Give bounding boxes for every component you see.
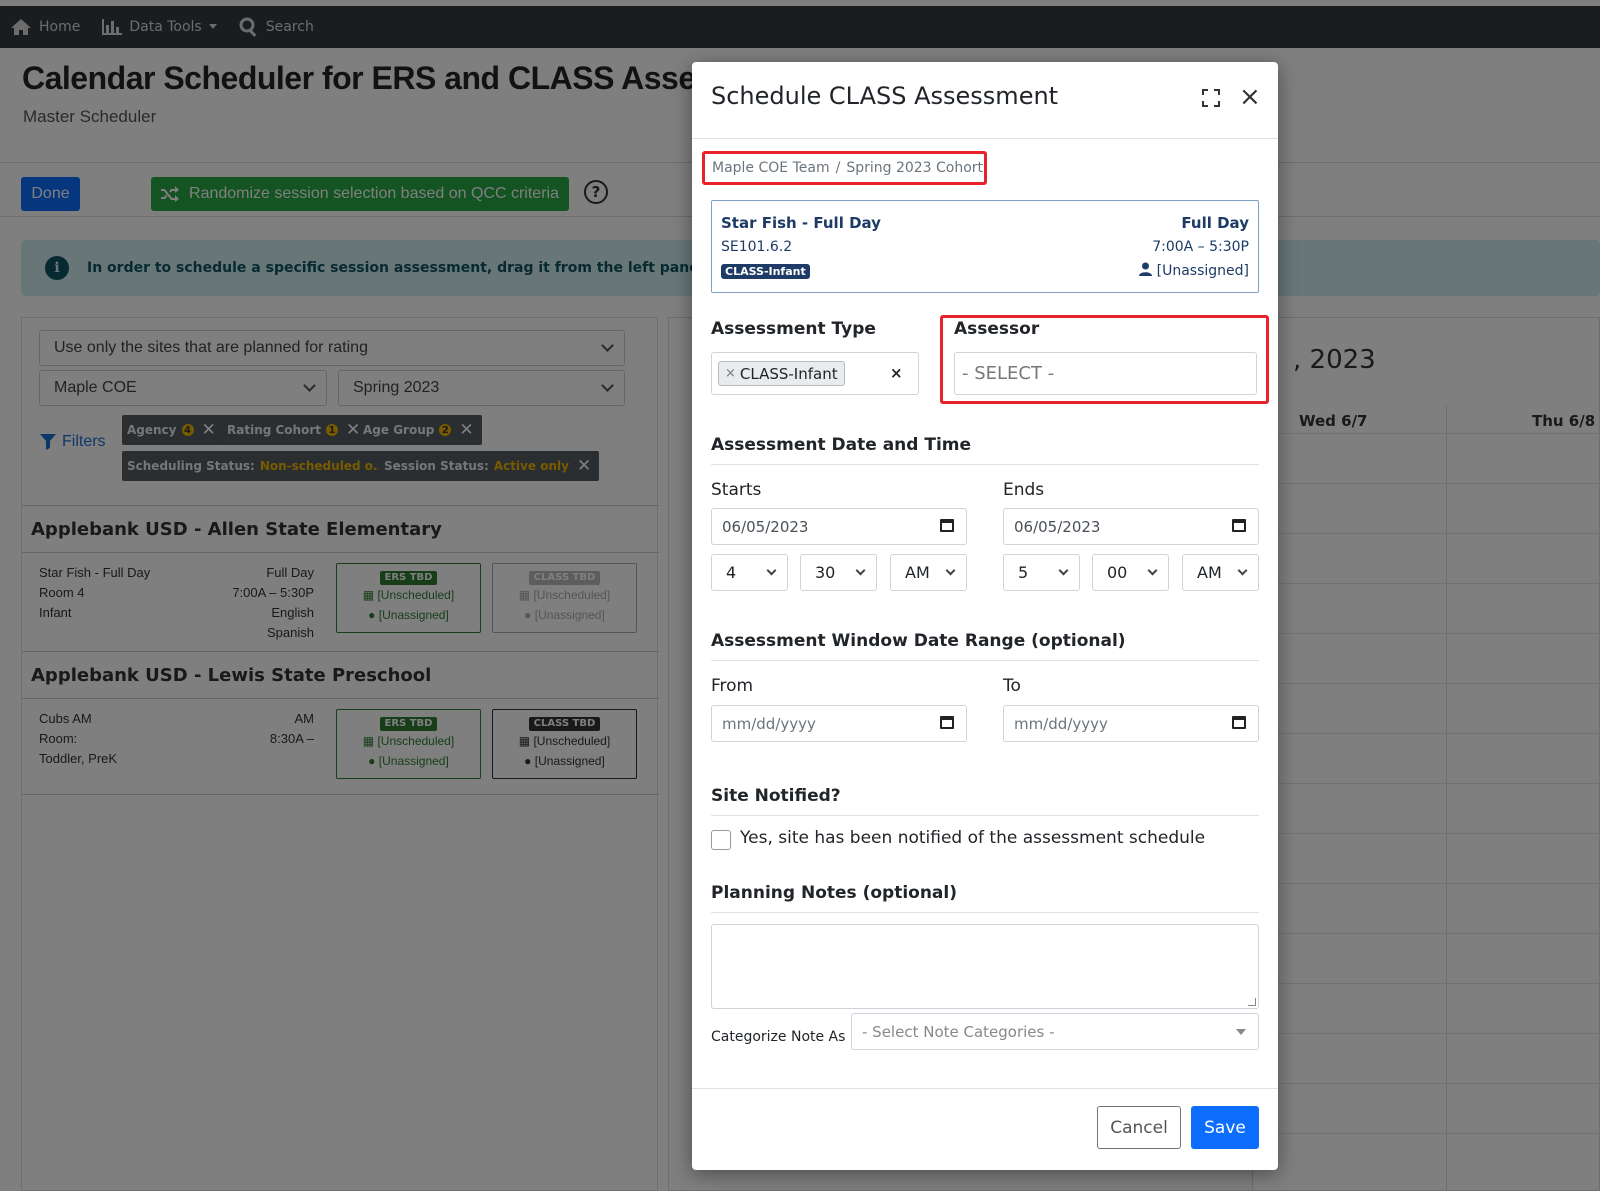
save-button[interactable]: Save (1191, 1106, 1259, 1149)
chevron-down-icon (855, 565, 866, 576)
window-to-placeholder: mm/dd/yyyy (1014, 714, 1108, 733)
note-category-select[interactable]: - Select Note Categories - (851, 1013, 1259, 1050)
breadcrumb-cohort[interactable]: Spring 2023 Cohort (846, 160, 983, 176)
end-date-value: 06/05/2023 (1014, 517, 1101, 536)
site-notified-heading: Site Notified? (711, 786, 841, 806)
end-ampm-select[interactable]: AM (1182, 554, 1259, 591)
start-minute-value: 30 (815, 563, 836, 582)
end-ampm-value: AM (1197, 563, 1222, 582)
divider (711, 660, 1259, 661)
chevron-down-icon (1147, 565, 1158, 576)
end-hour-value: 5 (1018, 563, 1029, 582)
session-assessor-text: [Unassigned] (1156, 263, 1249, 279)
user-icon (1139, 262, 1153, 276)
close-icon[interactable]: × (1239, 84, 1261, 110)
assessor-select[interactable]: - SELECT - (954, 352, 1257, 395)
expand-icon[interactable] (1202, 89, 1220, 107)
site-notified-text[interactable]: Yes, site has been notified of the asses… (740, 828, 1205, 848)
datetime-heading: Assessment Date and Time (711, 435, 972, 455)
assessment-type-label: Assessment Type (711, 319, 876, 339)
end-minute-select[interactable]: 00 (1092, 554, 1169, 591)
start-ampm-value: AM (905, 563, 930, 582)
chevron-down-icon (1237, 565, 1248, 576)
chevron-down-icon (766, 565, 777, 576)
chevron-down-icon (1058, 565, 1069, 576)
window-from-placeholder: mm/dd/yyyy (722, 714, 816, 733)
calendar-icon[interactable] (940, 716, 954, 729)
session-summary: Star Fish - Full Day SE101.6.2 CLASS-Inf… (711, 200, 1259, 293)
note-category-placeholder: - Select Note Categories - (862, 1022, 1055, 1041)
calendar-icon[interactable] (1232, 716, 1246, 729)
session-name: Star Fish - Full Day (721, 214, 881, 232)
breadcrumb-separator: / (835, 160, 841, 176)
to-label: To (1003, 676, 1021, 696)
breadcrumb: Maple COE Team / Spring 2023 Cohort (702, 151, 987, 185)
assessment-type-value: CLASS-Infant (739, 364, 838, 383)
calendar-icon[interactable] (940, 519, 954, 532)
end-hour-select[interactable]: 5 (1003, 554, 1080, 591)
ends-label: Ends (1003, 480, 1045, 500)
session-assessor: [Unassigned] (1139, 262, 1249, 279)
divider (711, 464, 1259, 465)
start-hour-value: 4 (726, 563, 737, 582)
modal-footer-divider (692, 1088, 1278, 1089)
assessment-type-tag: CLASS-Infant (721, 264, 810, 279)
site-notified-checkbox[interactable] (711, 830, 731, 850)
categorize-label: Categorize Note As (711, 1029, 846, 1045)
from-label: From (711, 676, 754, 696)
calendar-icon[interactable] (1232, 519, 1246, 532)
cancel-button[interactable]: Cancel (1097, 1106, 1181, 1149)
resize-grip-icon[interactable] (1248, 998, 1256, 1006)
end-date-input[interactable]: 06/05/2023 (1003, 508, 1259, 545)
start-hour-select[interactable]: 4 (711, 554, 788, 591)
notes-heading: Planning Notes (optional) (711, 883, 958, 903)
divider (711, 815, 1259, 816)
assessor-label: Assessor (954, 319, 1040, 339)
schedule-assessment-modal: Schedule CLASS Assessment × Maple COE Te… (692, 62, 1278, 1170)
window-to-input[interactable]: mm/dd/yyyy (1003, 705, 1259, 742)
session-schedule: Full Day (1181, 214, 1249, 232)
start-date-value: 06/05/2023 (722, 517, 809, 536)
caret-down-icon (1236, 1029, 1246, 1035)
session-code: SE101.6.2 (721, 239, 793, 255)
assessment-type-select[interactable]: × CLASS-Infant × (711, 352, 919, 395)
window-from-input[interactable]: mm/dd/yyyy (711, 705, 967, 742)
remove-chip-icon[interactable]: × (725, 366, 736, 381)
window-heading: Assessment Window Date Range (optional) (711, 631, 1126, 651)
start-ampm-select[interactable]: AM (890, 554, 967, 591)
modal-header: Schedule CLASS Assessment × (692, 62, 1278, 139)
session-time: 7:00A – 5:30P (1152, 239, 1249, 255)
starts-label: Starts (711, 480, 762, 500)
breadcrumb-team[interactable]: Maple COE Team (712, 160, 830, 176)
clear-icon[interactable]: × (890, 364, 903, 382)
divider (711, 912, 1259, 913)
modal-title: Schedule CLASS Assessment (711, 82, 1059, 110)
assessment-type-chip: × CLASS-Infant (718, 361, 845, 386)
start-date-input[interactable]: 06/05/2023 (711, 508, 967, 545)
chevron-down-icon (945, 565, 956, 576)
start-minute-select[interactable]: 30 (800, 554, 877, 591)
planning-notes-textarea[interactable] (711, 924, 1259, 1009)
end-minute-value: 00 (1107, 563, 1128, 582)
